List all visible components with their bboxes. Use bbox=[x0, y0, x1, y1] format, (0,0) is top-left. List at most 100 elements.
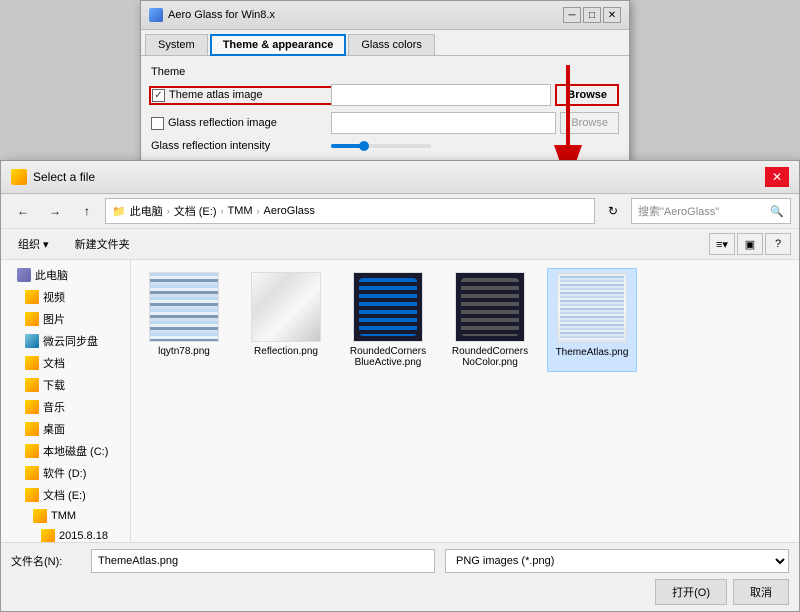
folder-icon-pictures bbox=[25, 312, 39, 326]
address-breadcrumb-1[interactable]: 文档 (E:) bbox=[174, 203, 217, 219]
organize-button[interactable]: 组织 ▾ bbox=[9, 233, 58, 255]
sidebar-label-music: 音乐 bbox=[43, 399, 65, 415]
sidebar-item-desktop[interactable]: 桌面 bbox=[1, 418, 130, 440]
sidebar-item-drive-d[interactable]: 软件 (D:) bbox=[1, 462, 130, 484]
filetype-select[interactable]: PNG images (*.png) bbox=[445, 549, 789, 573]
sidebar-item-cloud[interactable]: 微云同步盘 bbox=[1, 330, 130, 352]
up-button[interactable]: ↑ bbox=[73, 199, 101, 223]
sidebar-item-pictures[interactable]: 图片 bbox=[1, 308, 130, 330]
sidebar-label-tmm: TMM bbox=[51, 510, 76, 522]
theme-atlas-input[interactable] bbox=[331, 84, 551, 106]
file-label-lqytn78: lqytn78.png bbox=[158, 346, 210, 357]
tabs-container: System Theme & appearance Glass colors bbox=[141, 30, 629, 56]
address-bar[interactable]: 📁 此电脑 › 文档 (E:) › TMM › AeroGlass bbox=[105, 198, 595, 224]
help-button[interactable]: ? bbox=[765, 233, 791, 255]
sidebar-label-drive-d: 软件 (D:) bbox=[43, 465, 86, 481]
theme-atlas-browse-button[interactable]: Browse bbox=[555, 84, 619, 106]
maximize-button[interactable]: □ bbox=[583, 7, 601, 23]
search-box[interactable]: 搜索"AeroGlass" 🔍 bbox=[631, 198, 791, 224]
theme-atlas-checkbox-label[interactable]: Theme atlas image bbox=[151, 88, 331, 103]
file-content: lqytn78.png Reflection.png RoundedCorner… bbox=[131, 260, 799, 542]
folder-icon-downloads bbox=[25, 378, 39, 392]
sidebar-item-drive-c[interactable]: 本地磁盘 (C:) bbox=[1, 440, 130, 462]
glass-intensity-row: Glass reflection intensity bbox=[151, 140, 619, 152]
sidebar-label-drive-e: 文档 (E:) bbox=[43, 487, 86, 503]
glass-intensity-slider[interactable] bbox=[331, 144, 431, 148]
glass-intensity-label: Glass reflection intensity bbox=[151, 140, 331, 152]
folder-icon-drive-e bbox=[25, 488, 39, 502]
sidebar-label-cloud: 微云同步盘 bbox=[43, 333, 98, 349]
aero-glass-dialog: Aero Glass for Win8.x ─ □ ✕ System Theme… bbox=[140, 0, 630, 163]
address-toolbar: ← → ↑ 📁 此电脑 › 文档 (E:) › TMM › AeroGlass … bbox=[1, 194, 799, 229]
view-toggle-button[interactable]: ≡▾ bbox=[709, 233, 735, 255]
forward-button[interactable]: → bbox=[41, 199, 69, 223]
address-breadcrumb-2[interactable]: TMM bbox=[227, 205, 252, 217]
sidebar-label-pictures: 图片 bbox=[43, 311, 65, 327]
aero-glass-icon bbox=[149, 8, 163, 22]
folder-icon-music bbox=[25, 400, 39, 414]
folder-icon-documents bbox=[25, 356, 39, 370]
sidebar-item-tmm[interactable]: TMM bbox=[1, 506, 130, 526]
file-dialog-title: Select a file bbox=[33, 170, 95, 184]
preview-toggle-button[interactable]: ▣ bbox=[737, 233, 763, 255]
sidebar-label-2015: 2015.8.18 bbox=[59, 530, 108, 542]
cancel-button[interactable]: 取消 bbox=[733, 579, 789, 605]
sidebar-item-2015[interactable]: 2015.8.18 bbox=[1, 526, 130, 542]
file-label-reflection: Reflection.png bbox=[254, 346, 318, 357]
tab-theme-appearance[interactable]: Theme & appearance bbox=[210, 34, 347, 56]
file-item-reflection[interactable]: Reflection.png bbox=[241, 268, 331, 372]
glass-reflection-label: Glass reflection image bbox=[168, 117, 277, 129]
folder-icon-video bbox=[25, 290, 39, 304]
theme-atlas-checkbox[interactable] bbox=[152, 89, 165, 102]
filename-row: 文件名(N): PNG images (*.png) bbox=[11, 549, 789, 573]
bottom-bar: 文件名(N): PNG images (*.png) 打开(O) 取消 bbox=[1, 542, 799, 611]
filename-label: 文件名(N): bbox=[11, 553, 91, 569]
file-item-lqytn78[interactable]: lqytn78.png bbox=[139, 268, 229, 372]
theme-section-label: Theme bbox=[151, 66, 619, 78]
address-breadcrumb-3[interactable]: AeroGlass bbox=[264, 205, 315, 217]
sidebar-item-computer[interactable]: 此电脑 bbox=[1, 264, 130, 286]
minimize-button[interactable]: ─ bbox=[563, 7, 581, 23]
sidebar-item-drive-e[interactable]: 文档 (E:) bbox=[1, 484, 130, 506]
glass-reflection-browse-button[interactable]: Browse bbox=[560, 112, 619, 134]
file-thumb-rounded-nocolor bbox=[455, 272, 525, 342]
address-breadcrumb-0[interactable]: 此电脑 bbox=[130, 203, 163, 219]
sidebar-item-video[interactable]: 视频 bbox=[1, 286, 130, 308]
new-folder-button[interactable]: 新建文件夹 bbox=[66, 233, 139, 255]
folder-icon-drive-c bbox=[25, 444, 39, 458]
sidebar-label-documents: 文档 bbox=[43, 355, 65, 371]
tab-glass-colors[interactable]: Glass colors bbox=[348, 34, 435, 55]
open-button[interactable]: 打开(O) bbox=[655, 579, 727, 605]
sidebar-item-downloads[interactable]: 下载 bbox=[1, 374, 130, 396]
glass-reflection-checkbox[interactable] bbox=[151, 117, 164, 130]
close-button[interactable]: ✕ bbox=[603, 7, 621, 23]
file-label-rounded-blue: RoundedCornersBlueActive.png bbox=[347, 346, 429, 368]
theme-atlas-row: Theme atlas image Browse bbox=[151, 84, 619, 106]
file-item-rounded-blue[interactable]: RoundedCornersBlueActive.png bbox=[343, 268, 433, 372]
glass-reflection-input[interactable] bbox=[331, 112, 556, 134]
folder-icon-drive-d bbox=[25, 466, 39, 480]
bg-dialog-body: Theme Theme atlas image Browse Glass ref… bbox=[141, 56, 629, 162]
main-content: 此电脑 视频 图片 微云同步盘 文档 下载 bbox=[1, 260, 799, 542]
tab-system[interactable]: System bbox=[145, 34, 208, 55]
glass-reflection-checkbox-label[interactable]: Glass reflection image bbox=[151, 117, 331, 130]
file-dialog-close-button[interactable]: ✕ bbox=[765, 167, 789, 187]
file-label-rounded-nocolor: RoundedCornersNoColor.png bbox=[449, 346, 531, 368]
file-thumb-reflection bbox=[251, 272, 321, 342]
file-item-themeatlas[interactable]: ThemeAtlas.png bbox=[547, 268, 637, 372]
folder-icon-cloud bbox=[25, 334, 39, 348]
aero-glass-title: Aero Glass for Win8.x bbox=[168, 9, 275, 21]
sidebar-label-desktop: 桌面 bbox=[43, 421, 65, 437]
file-thumb-lqytn78 bbox=[149, 272, 219, 342]
back-button[interactable]: ← bbox=[9, 199, 37, 223]
file-dialog-icon bbox=[11, 169, 27, 185]
file-dialog: Select a file ✕ ← → ↑ 📁 此电脑 › 文档 (E:) › … bbox=[0, 160, 800, 612]
search-placeholder: 搜索"AeroGlass" bbox=[638, 203, 719, 219]
file-item-rounded-nocolor[interactable]: RoundedCornersNoColor.png bbox=[445, 268, 535, 372]
file-label-themeatlas: ThemeAtlas.png bbox=[556, 347, 629, 358]
refresh-button[interactable]: ↻ bbox=[599, 199, 627, 223]
sidebar-item-documents[interactable]: 文档 bbox=[1, 352, 130, 374]
filename-input[interactable] bbox=[91, 549, 435, 573]
file-thumb-themeatlas bbox=[557, 273, 627, 343]
sidebar-item-music[interactable]: 音乐 bbox=[1, 396, 130, 418]
